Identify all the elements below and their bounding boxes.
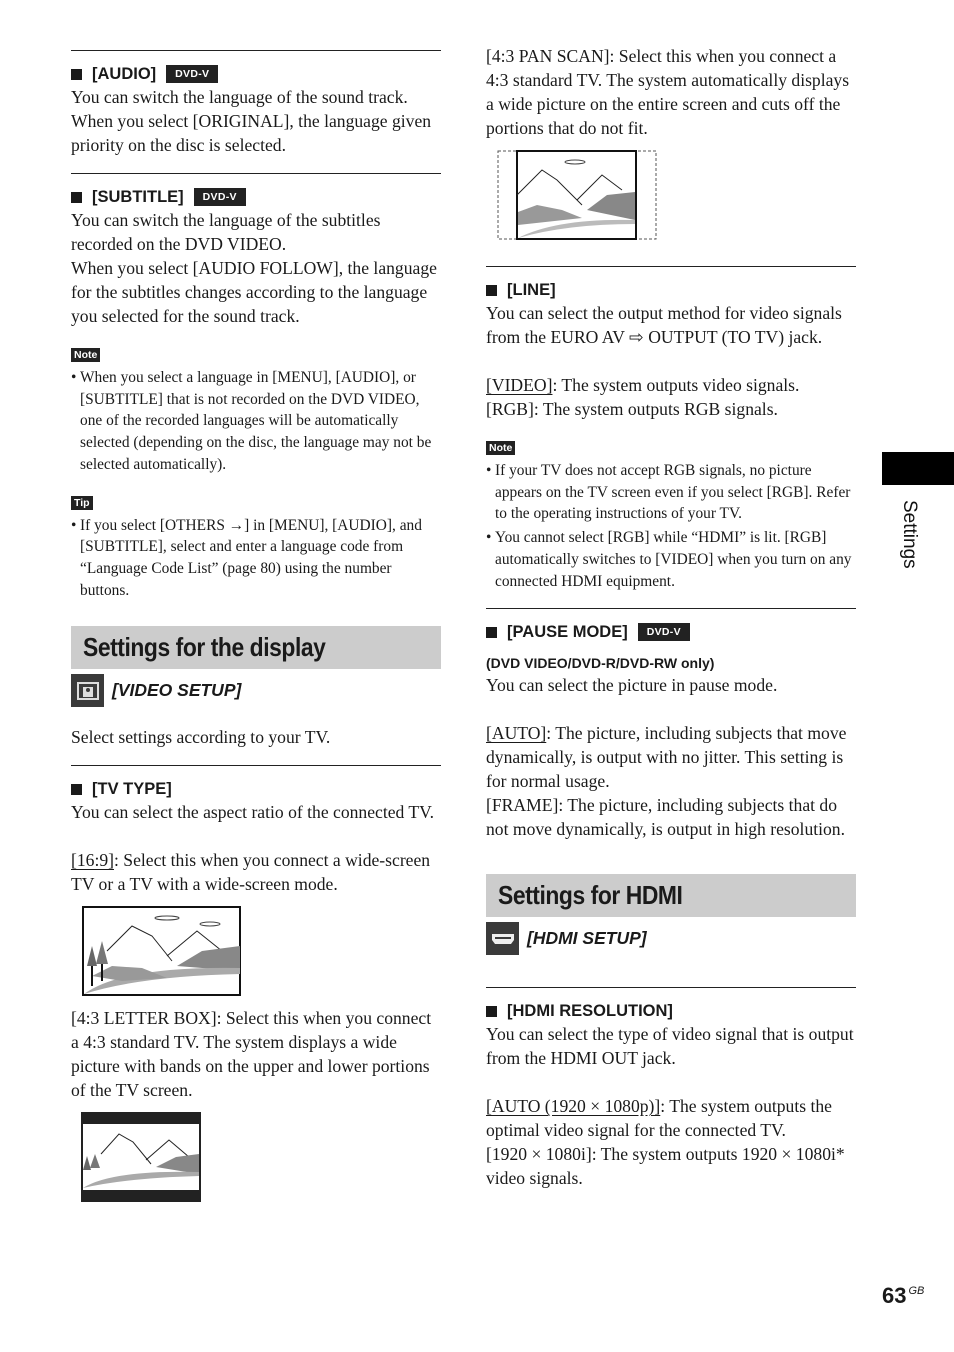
letterbox-illustration [81, 1112, 441, 1203]
line-text-after: OUTPUT (TO TV) jack. [643, 327, 823, 347]
note-block: Note • When you select a language in [MEN… [71, 345, 441, 476]
hdmi-option-auto: [AUTO (1920 × 1080p)]: The system output… [486, 1094, 856, 1142]
pause-mode-subheading: (DVD VIDEO/DVD-R/DVD-RW only) [486, 655, 715, 672]
video-setup-heading: [VIDEO SETUP] [71, 674, 441, 708]
note-label: Note [71, 348, 101, 362]
page-number: 63 GB [882, 1283, 924, 1309]
hdmi-resolution-heading: [HDMI RESOLUTION] [486, 1000, 856, 1022]
side-tab-label: Settings [899, 500, 920, 569]
default-option-label: [AUTO (1920 × 1080p)] [486, 1096, 661, 1117]
note-bullet: • If your TV does not accept RGB signals,… [486, 460, 856, 525]
divider [486, 266, 856, 267]
audio-heading: [AUDIO] DVD-V [71, 63, 441, 85]
bullet-square-icon [486, 626, 497, 638]
bullet-square-icon [71, 191, 82, 203]
hdmi-resolution-heading-text: [HDMI RESOLUTION] [507, 1002, 673, 1021]
line-option-rgb: [RGB]: The system outputs RGB signals. [486, 399, 778, 419]
pause-mode-description: You can select the picture in pause mode… [486, 675, 778, 696]
divider [486, 608, 856, 610]
letterbox-description: [4:3 LETTER BOX]: Select this when you c… [71, 1008, 432, 1101]
section-title-hdmi: Settings for HDMI [486, 874, 856, 918]
tv-type-description: You can select the aspect ratio of the c… [71, 802, 435, 823]
subtitle-description-1: You can switch the language of the subti… [71, 210, 381, 254]
video-setup-label: [VIDEO SETUP] [112, 680, 242, 701]
tv-type-option-16-9: [16:9]: Select this when you connect a w… [71, 848, 441, 896]
bullet-square-icon [71, 783, 82, 795]
hdmi-option-1080i: [1920 × 1080i]: The system outputs 1920 … [486, 1144, 845, 1189]
divider [486, 987, 856, 989]
tv-type-heading: [TV TYPE] [71, 778, 441, 800]
tip-block: Tip • If you select [OTHERS →] in [MENU],… [71, 493, 441, 602]
side-tab-marker [882, 452, 954, 485]
subtitle-heading: [SUBTITLE] DVD-V [71, 186, 441, 208]
dvd-v-badge: DVD-V [166, 65, 219, 83]
note-label: Note [486, 441, 516, 455]
output-arrow-icon: ⇨ [629, 327, 644, 347]
note-bullet: • You cannot select [RGB] while “HDMI” is… [486, 527, 856, 592]
note-bullet-text: You cannot select [RGB] while “HDMI” is … [495, 529, 852, 590]
hdmi-setup-heading: [HDMI SETUP] [486, 922, 856, 956]
line-option-video: [VIDEO]: The system outputs video signal… [486, 373, 856, 397]
panscan-illustration [497, 150, 856, 240]
divider [71, 173, 441, 174]
tip-bullet-text: If you select [OTHERS →] in [MENU], [AUD… [80, 516, 422, 599]
pause-option-frame: [FRAME]: The picture, including subjects… [486, 795, 846, 840]
hdmi-setup-icon [486, 922, 519, 956]
bullet-square-icon [486, 284, 497, 296]
bullet-square-icon [71, 68, 82, 80]
tv-type-heading-text: [TV TYPE] [92, 780, 172, 799]
hdmi-resolution-description: You can select the type of video signal … [486, 1024, 854, 1069]
subtitle-heading-text: [SUBTITLE] [92, 188, 184, 206]
option-text: : The system outputs video signals. [552, 375, 800, 395]
default-option-label: [AUTO] [486, 723, 547, 744]
default-option-label: [16:9] [71, 850, 114, 871]
video-setup-icon [71, 674, 104, 708]
section-title-display: Settings for the display [71, 626, 441, 670]
bullet-dot: • [486, 529, 492, 547]
note-block: Note • If your TV does not accept RGB sig… [486, 438, 856, 592]
subtitle-description-2: When you select [AUDIO FOLLOW], the lang… [71, 258, 437, 326]
bullet-dot: • [71, 369, 77, 386]
note-bullet-text: If your TV does not accept RGB signals, … [495, 462, 851, 523]
note-bullet-text: When you select a language in [MENU], [A… [80, 369, 432, 473]
display-intro: Select settings according to your TV. [71, 727, 331, 748]
section-title-text: Settings for the display [83, 632, 326, 663]
tip-label: Tip [71, 495, 93, 510]
audio-description: You can switch the language of the sound… [71, 87, 432, 155]
panscan-description: [4:3 PAN SCAN]: Select this when you con… [486, 46, 850, 138]
bullet-dot: • [71, 516, 77, 534]
section-title-text: Settings for HDMI [498, 880, 683, 911]
right-column: [4:3 PAN SCAN]: Select this when you con… [486, 44, 856, 1190]
divider [71, 765, 441, 767]
divider [71, 50, 441, 51]
bullet-dot: • [486, 462, 492, 479]
dvd-v-badge: DVD-V [193, 188, 246, 206]
audio-heading-text: [AUDIO] [92, 65, 157, 83]
dvd-v-badge: DVD-V [637, 623, 690, 642]
page-region: GB [908, 1285, 925, 1297]
bullet-square-icon [486, 1005, 497, 1017]
hdmi-setup-label: [HDMI SETUP] [527, 928, 647, 949]
line-heading: [LINE] [486, 279, 856, 301]
note-bullet: • When you select a language in [MENU], [… [71, 367, 441, 476]
line-description: You can select the output method for vid… [486, 301, 856, 349]
page-number-value: 63 [882, 1283, 907, 1308]
tip-bullet: • If you select [OTHERS →] in [MENU], [AU… [71, 515, 441, 602]
left-column: [AUDIO] DVD-V You can switch the languag… [71, 50, 441, 1203]
option-text: : Select this when you connect a wide-sc… [71, 850, 431, 895]
pause-option-auto: [AUTO]: The picture, including subjects … [486, 721, 856, 793]
widescreen-illustration [82, 906, 441, 997]
pause-mode-heading-text: [PAUSE MODE] [507, 623, 628, 642]
pause-mode-heading: [PAUSE MODE] DVD-V [486, 621, 856, 643]
line-heading-text: [LINE] [507, 281, 556, 299]
default-option-label: [VIDEO] [486, 375, 553, 395]
